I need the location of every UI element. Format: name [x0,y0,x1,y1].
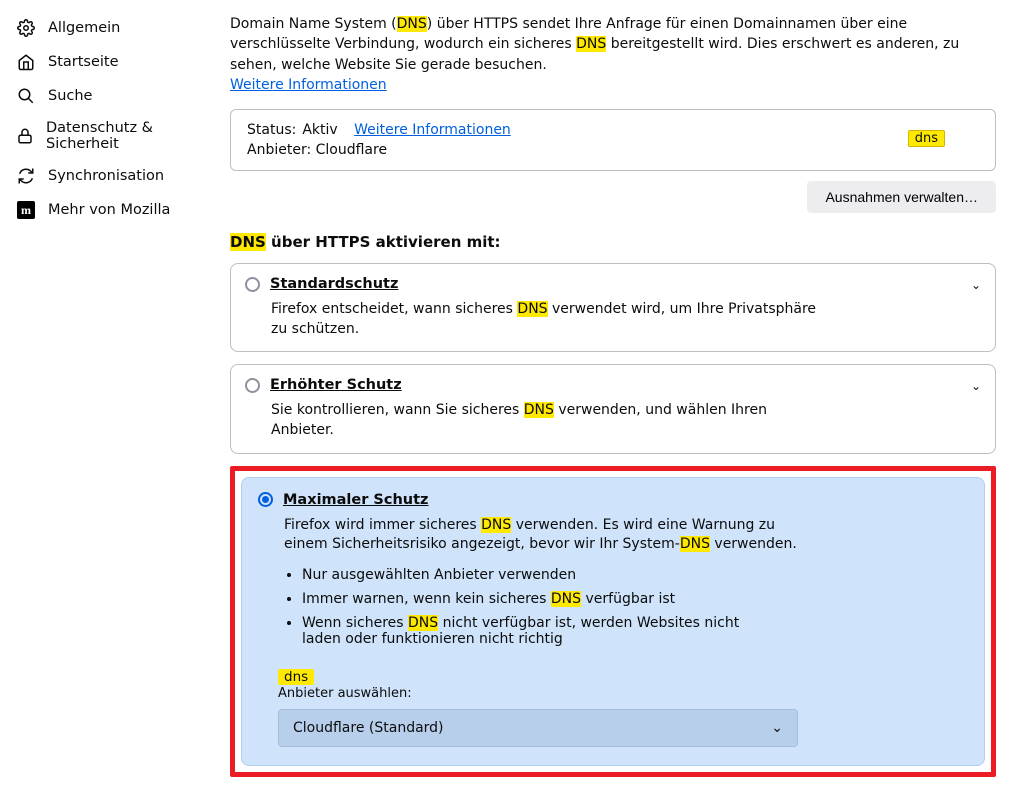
sidebar-item-label: Synchronisation [48,168,164,184]
doh-status-box: Status: Aktiv Weitere Informationen Anbi… [230,109,996,171]
manage-exceptions-button[interactable]: Ausnahmen verwalten… [807,181,996,213]
option-description: Firefox entscheidet, wann sicheres DNS v… [271,300,831,339]
lock-icon [16,126,34,146]
option-max-protection[interactable]: Maximaler Schutz Firefox wird immer sich… [241,477,985,766]
search-term-badge: dns [908,130,945,147]
chevron-down-icon: ⌄ [971,278,981,292]
radio-default[interactable] [245,277,260,292]
search-icon [16,86,36,106]
chevron-down-icon: ⌄ [771,720,783,736]
list-item: Immer warnen, wenn kein sicheres DNS ver… [302,591,968,607]
sidebar-item-label: Datenschutz & Sicherheit [46,120,204,152]
option-default-protection[interactable]: ⌄ Standardschutz Firefox entscheidet, wa… [230,263,996,352]
option-title: Maximaler Schutz [283,492,429,508]
provider-label: Anbieter: [247,142,311,158]
list-item: Wenn sicheres DNS nicht verfügbar ist, w… [302,615,782,647]
sidebar-item-privacy[interactable]: Datenschutz & Sicherheit [8,114,212,158]
sidebar-item-sync[interactable]: Synchronisation [8,160,212,192]
sidebar-item-general[interactable]: Allgemein [8,12,212,44]
home-icon [16,52,36,72]
learn-more-link[interactable]: Weitere Informationen [230,77,387,93]
option-title: Standardschutz [270,276,398,292]
status-label: Status: [247,122,296,138]
option-enhanced-protection[interactable]: ⌄ Erhöhter Schutz Sie kontrollieren, wan… [230,364,996,453]
doh-section-title: DNS über HTTPS aktivieren mit: [230,233,996,251]
screenshot-highlight-frame: Maximaler Schutz Firefox wird immer sich… [230,466,996,777]
main-content: Domain Name System (DNS) über HTTPS send… [220,0,1006,797]
list-item: Nur ausgewählten Anbieter verwenden [302,567,968,583]
mozilla-icon: m [16,200,36,220]
sidebar-item-label: Suche [48,88,92,104]
radio-enhanced[interactable] [245,378,260,393]
provider-select[interactable]: Cloudflare (Standard) ⌄ [278,709,798,747]
sidebar-item-more-mozilla[interactable]: m Mehr von Mozilla [8,194,212,226]
option-title: Erhöhter Schutz [270,377,402,393]
doh-intro-text: Domain Name System (DNS) über HTTPS send… [230,14,996,95]
provider-select-value: Cloudflare (Standard) [293,720,444,736]
sidebar-item-home[interactable]: Startseite [8,46,212,78]
settings-sidebar: Allgemein Startseite Suche Datenschutz &… [0,0,220,797]
status-more-link[interactable]: Weitere Informationen [354,122,511,138]
status-value: Aktiv [302,122,337,138]
provider-select-label: Anbieter auswählen: [278,686,412,701]
radio-max[interactable] [258,492,273,507]
max-protection-features: Nur ausgewählten Anbieter verwenden Imme… [302,567,968,647]
sidebar-item-search[interactable]: Suche [8,80,212,112]
option-description: Firefox wird immer sicheres DNS verwende… [284,516,804,555]
sidebar-item-label: Mehr von Mozilla [48,202,170,218]
provider-value: Cloudflare [316,142,387,158]
gear-icon [16,18,36,38]
sidebar-item-label: Startseite [48,54,119,70]
chevron-down-icon: ⌄ [971,379,981,393]
sidebar-item-label: Allgemein [48,20,120,36]
option-description: Sie kontrollieren, wann Sie sicheres DNS… [271,401,831,440]
sync-icon [16,166,36,186]
